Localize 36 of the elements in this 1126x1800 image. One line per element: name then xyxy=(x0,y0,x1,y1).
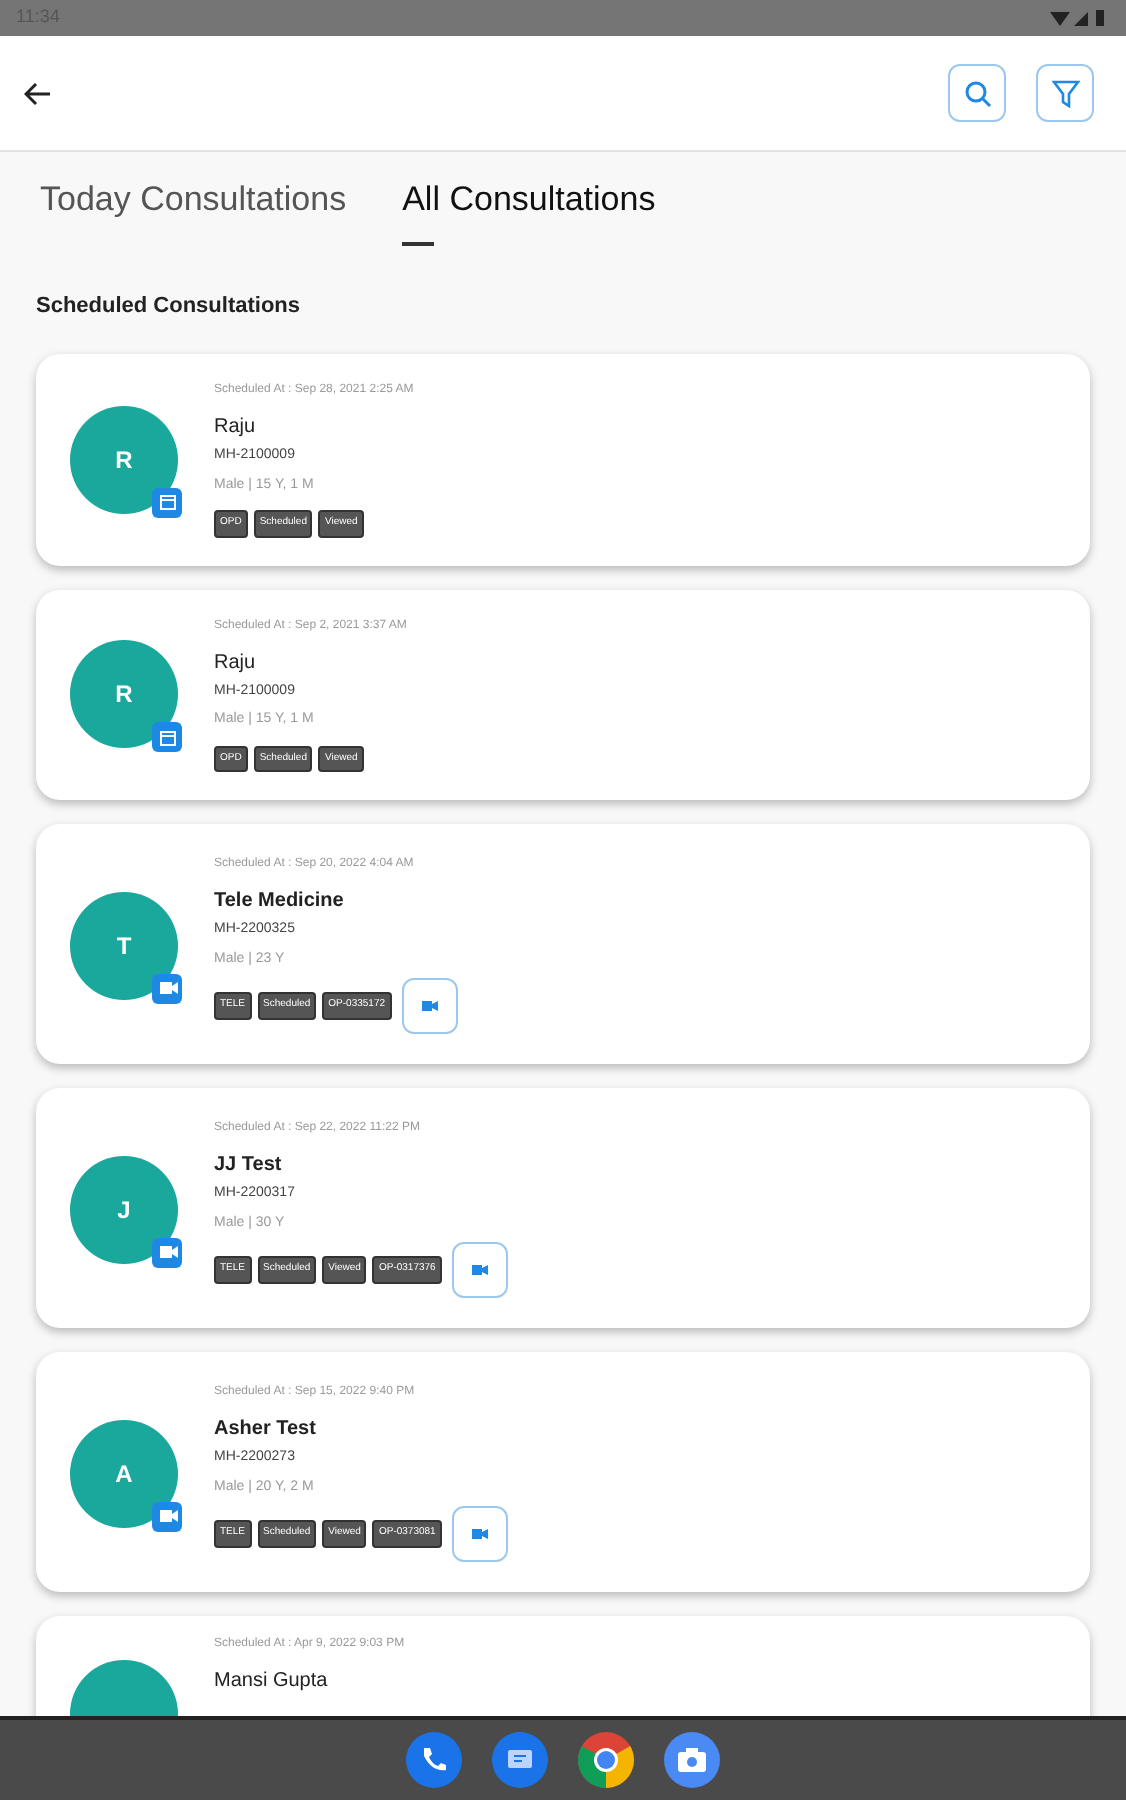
camera-app-icon[interactable] xyxy=(664,1732,720,1788)
video-camera-icon xyxy=(152,1501,182,1531)
video-camera-icon xyxy=(471,1528,488,1540)
search-icon xyxy=(963,79,991,107)
patient-name: Raju xyxy=(214,414,258,442)
patient-name: Tele Medicine xyxy=(214,888,346,916)
video-camera-icon xyxy=(152,1237,182,1267)
patient-name: JJ Test xyxy=(214,1152,284,1180)
calendar-icon xyxy=(152,487,182,518)
search-button[interactable] xyxy=(948,64,1006,122)
section-title: Scheduled Consultations xyxy=(34,291,303,321)
avatar: J xyxy=(70,1155,178,1263)
video-camera-icon xyxy=(421,1000,438,1012)
avatar: A xyxy=(70,1419,178,1527)
status-icons xyxy=(1050,8,1110,28)
patient-name: Raju xyxy=(214,649,258,677)
calendar-icon xyxy=(152,722,182,753)
avatar: R xyxy=(70,405,178,514)
tab[interactable]: Today Consultations xyxy=(40,174,347,245)
tab[interactable]: All Consultations xyxy=(402,174,656,245)
video-camera-icon xyxy=(471,1264,488,1276)
filter-icon xyxy=(1051,79,1079,107)
tab-underline xyxy=(402,241,435,245)
avatar: R xyxy=(70,640,178,749)
back-arrow-icon[interactable] xyxy=(24,81,52,105)
avatar: T xyxy=(70,891,178,999)
filter-button[interactable] xyxy=(1036,64,1094,122)
messages-app-icon[interactable] xyxy=(492,1732,548,1788)
video-call-button[interactable] xyxy=(401,978,458,1034)
video-camera-icon xyxy=(152,973,182,1003)
patient-name: Mansi Gupta xyxy=(214,1668,330,1696)
video-call-button[interactable] xyxy=(451,1242,508,1298)
video-call-button[interactable] xyxy=(451,1506,508,1562)
patient-name: Asher Test xyxy=(214,1416,318,1444)
phone-app-icon[interactable] xyxy=(406,1732,462,1788)
browser-app-icon[interactable] xyxy=(578,1732,634,1788)
